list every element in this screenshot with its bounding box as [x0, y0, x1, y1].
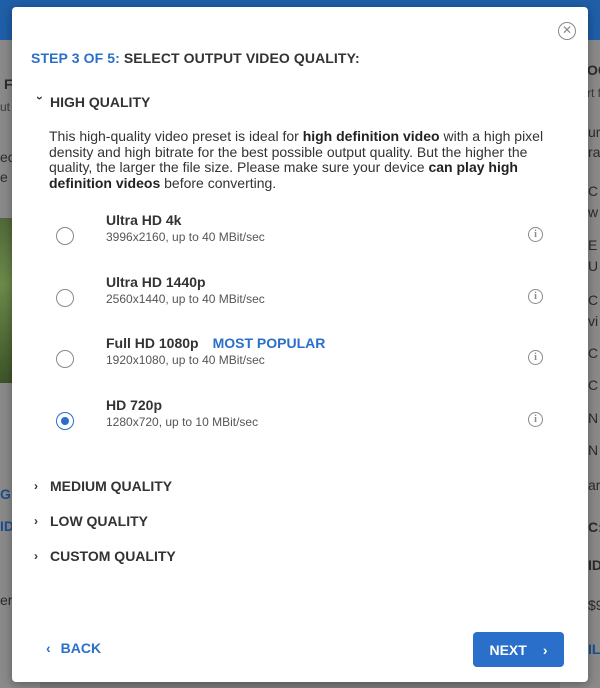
radio-button-selected[interactable] [56, 412, 74, 430]
option-name: Ultra HD 4k [106, 212, 182, 228]
background-text: N [588, 410, 599, 426]
description-emphasis: high definition video [302, 128, 440, 144]
step-heading: SELECT OUTPUT VIDEO QUALITY: [123, 50, 360, 66]
quality-option-ultra-hd-1440p[interactable]: Ultra HD 1440p 2560x1440, up to 40 MBit/… [44, 274, 564, 324]
quality-option-hd-720p[interactable]: HD 720p 1280x720, up to 10 MBit/sec i [44, 397, 564, 447]
section-low-quality[interactable]: › LOW QUALITY [34, 513, 148, 529]
close-icon[interactable]: ✕ [558, 22, 576, 40]
background-text: C: [588, 519, 600, 535]
background-text: N [588, 442, 599, 458]
next-button[interactable]: NEXT › [473, 632, 564, 667]
background-text: $9 [588, 597, 600, 613]
description-text: before converting. [160, 174, 277, 191]
radio-button[interactable] [56, 227, 74, 245]
section-medium-quality[interactable]: › MEDIUM QUALITY [34, 478, 172, 494]
section-label: LOW QUALITY [50, 513, 148, 529]
back-label: BACK [60, 640, 102, 656]
background-link: IL [588, 641, 600, 657]
background-image [0, 218, 12, 383]
info-icon[interactable]: i [528, 289, 543, 304]
background-text: e [0, 169, 8, 185]
next-label: NEXT [489, 641, 527, 658]
background-text: rt f [587, 86, 600, 100]
background-text: ut [0, 100, 11, 114]
background-text: C [588, 377, 599, 393]
chevron-right-icon: › [34, 479, 38, 493]
radio-button[interactable] [56, 350, 74, 368]
background-link: G [0, 486, 11, 502]
back-button[interactable]: ‹ BACK [46, 640, 101, 656]
background-text: vi [588, 313, 599, 329]
section-label: CUSTOM QUALITY [50, 548, 176, 564]
section-label: HIGH QUALITY [50, 94, 151, 110]
most-popular-badge: MOST POPULAR [212, 335, 326, 351]
chevron-left-icon: ‹ [46, 640, 51, 656]
section-description: This high-quality video preset is ideal … [49, 128, 574, 191]
background-text: w [588, 204, 599, 220]
chevron-down-icon: › [33, 96, 47, 100]
section-high-quality[interactable]: › HIGH QUALITY [33, 94, 151, 110]
chevron-right-icon: › [542, 641, 548, 658]
description-text: This high-quality video preset is ideal … [49, 128, 303, 144]
background-text: E [588, 237, 598, 253]
quality-dialog: ✕ STEP 3 OF 5: SELECT OUTPUT VIDEO QUALI… [12, 7, 588, 682]
background-text: ID [588, 557, 600, 573]
quality-option-full-hd-1080p[interactable]: Full HD 1080p MOST POPULAR 1920x1080, up … [44, 335, 564, 385]
background-text: er [0, 592, 13, 608]
option-name: HD 720p [106, 397, 163, 413]
option-detail: 1280x720, up to 10 MBit/sec [106, 415, 259, 429]
info-icon[interactable]: i [528, 350, 543, 365]
option-detail: 3996x2160, up to 40 MBit/sec [106, 230, 265, 244]
background-text: C [588, 345, 599, 361]
option-name-row: Full HD 1080p MOST POPULAR [106, 335, 325, 351]
chevron-right-icon: › [34, 514, 38, 528]
option-detail: 1920x1080, up to 40 MBit/sec [106, 353, 265, 367]
background-text: U [588, 258, 599, 274]
option-name: Full HD 1080p [106, 335, 199, 351]
background-text: OC [587, 62, 600, 78]
quality-option-ultra-hd-4k[interactable]: Ultra HD 4k 3996x2160, up to 40 MBit/sec… [44, 212, 564, 262]
chevron-right-icon: › [34, 549, 38, 563]
radio-button[interactable] [56, 289, 74, 307]
option-name: Ultra HD 1440p [106, 274, 206, 290]
option-detail: 2560x1440, up to 40 MBit/sec [106, 292, 265, 306]
background-text: ur [588, 124, 600, 140]
background-text: ar [588, 477, 600, 493]
section-custom-quality[interactable]: › CUSTOM QUALITY [34, 548, 176, 564]
background-text: C [588, 292, 599, 308]
info-icon[interactable]: i [528, 227, 543, 242]
step-number: STEP 3 OF 5: [31, 50, 120, 66]
section-label: MEDIUM QUALITY [50, 478, 173, 494]
background-text: ra [588, 144, 600, 160]
step-title: STEP 3 OF 5: SELECT OUTPUT VIDEO QUALITY… [31, 50, 360, 66]
info-icon[interactable]: i [528, 412, 543, 427]
background-text: C [588, 183, 599, 199]
